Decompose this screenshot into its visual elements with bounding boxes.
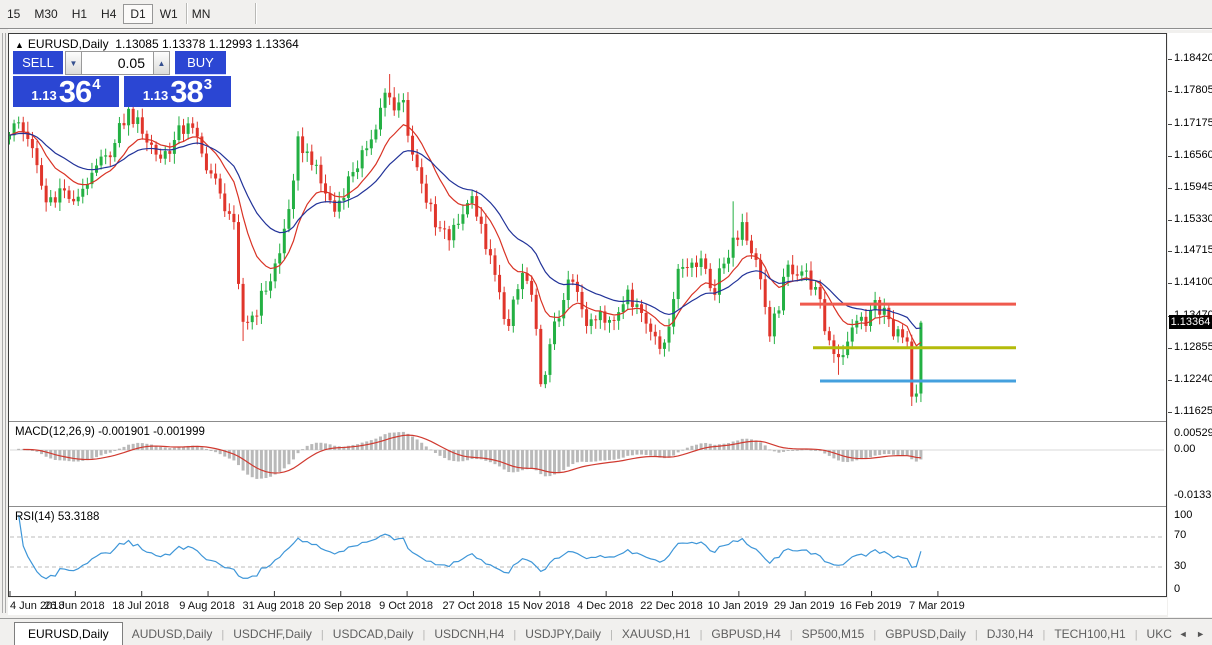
chart-tab-gbpusd-daily[interactable]: GBPUSD,Daily [876,623,975,645]
rsi-axis-label: 100 [1174,509,1193,521]
chart-tab-eurusd-daily[interactable]: EURUSD,Daily [14,622,123,645]
macd-axis-label: 0.00 [1174,443,1196,455]
tab-scroll-buttons: ◄ ► [1176,629,1208,639]
rsi-axis-label: 70 [1174,529,1187,541]
date-tick-label: 26 Jun 2018 [44,600,105,612]
rsi-axis-label: 0 [1174,583,1181,595]
price-tick-label: 1.18420 [1168,52,1212,64]
macd-axis-label: 0.005292 [1174,427,1212,439]
chart-tab-usdcnh-h4[interactable]: USDCNH,H4 [425,623,513,645]
date-tick-label: 22 Dec 2018 [640,600,703,612]
chart-tab-tech100-h1[interactable]: TECH100,H1 [1045,623,1134,645]
one-click-trade-panel: SELL ▼ ▲ BUY 1.13 36 4 1.13 38 3 [13,51,239,107]
price-tick-label: 1.11625 [1168,405,1212,417]
date-tick-label: 10 Jan 2019 [707,600,769,612]
sell-price-pips: 36 [58,74,92,109]
timeframe-toolbar: 15 M30 H1 H4 D1 W1 MN [0,0,1212,29]
chart-tab-sp500-m15[interactable]: SP500,M15 [793,623,874,645]
price-tick-label: 1.15330 [1168,212,1212,225]
chart-tab-ukc[interactable]: UKC [1138,623,1181,645]
price-tick-label: 1.17175 [1168,116,1212,129]
volume-decrease-button[interactable]: ▼ [65,51,82,75]
current-price-tag: 1.13364 [1169,314,1212,329]
chart-symbol-label: EURUSD,Daily [27,37,109,51]
chart-tab-dj30-h4[interactable]: DJ30,H4 [978,623,1043,645]
chart-tab-xauusd-h1[interactable]: XAUUSD,H1 [613,623,700,645]
date-tick-label: 9 Aug 2018 [179,600,235,612]
rsi-indicator-label: RSI(14) 53.3188 [15,511,100,523]
rsi-line [18,514,922,580]
chart-tab-audusd-daily[interactable]: AUDUSD,Daily [123,623,222,645]
date-tick-label: 9 Oct 2018 [379,600,434,612]
date-tick-label: 16 Feb 2019 [839,600,902,612]
pane-splitter[interactable] [9,506,1166,507]
date-tick-label: 29 Jan 2019 [773,600,835,612]
price-tick-label: 1.12240 [1168,373,1212,386]
collapse-panel-icon[interactable]: ▲ [15,40,24,50]
buy-price-display[interactable]: 1.13 38 3 [124,76,231,107]
price-tick-label: 1.12855 [1168,341,1212,354]
macd-indicator-label: MACD(12,26,9) -0.001901 -0.001999 [15,426,205,438]
buy-price-point: 3 [203,76,213,93]
date-tick-label: 20 Sep 2018 [308,600,371,612]
price-tick-label: 1.14100 [1168,276,1212,289]
toolbar-separator [186,3,187,24]
pane-splitter[interactable] [9,421,1166,422]
date-tick-label: 15 Nov 2018 [507,600,570,612]
chart-ohlc-values: 1.13085 1.13378 1.12993 1.13364 [115,37,299,51]
tab-scroll-left-icon[interactable]: ◄ [1176,629,1191,639]
chart-tab-bar: EURUSD,Daily AUDUSD,Daily | USDCHF,Daily | US… [0,618,1212,645]
date-tick-label: 7 Mar 2019 [909,600,965,612]
price-scale: 1.18420 1.17805 1.17175 1.16560 1.15945 1.153… [1168,33,1212,617]
timeframe-button-15[interactable]: 15 [0,4,27,24]
buy-button[interactable]: BUY [175,51,226,75]
trading-platform-window: 15 M30 H1 H4 D1 W1 MN ▲ EURUSD,Daily 1.13085 1.… [0,0,1212,645]
date-tick-label: 4 Dec 2018 [577,600,634,612]
macd-axis-label: -0.013317 [1174,489,1212,501]
timeframe-button-d1[interactable]: D1 [123,4,153,24]
volume-input[interactable] [82,51,153,75]
macd-pane [10,431,1164,479]
sell-button[interactable]: SELL [13,51,63,75]
sell-price-base: 1.13 [31,88,57,103]
chart-window: ▲ EURUSD,Daily 1.13085 1.13378 1.12993 1.… [8,33,1167,597]
chart-tab-usdjpy-daily[interactable]: USDJPY,Daily [516,623,610,645]
date-tick-label: 31 Aug 2018 [242,600,305,612]
chart-tab-usdchf-daily[interactable]: USDCHF,Daily [224,623,321,645]
window-edge-grip [0,29,8,617]
date-scale: 4 Jun 2018 26 Jun 2018 18 Jul 2018 9 Aug 20… [8,598,1167,615]
timeframe-button-mn[interactable]: MN [185,4,218,24]
sell-price-display[interactable]: 1.13 36 4 [13,76,119,107]
price-tick-label: 1.15945 [1168,180,1212,193]
volume-increase-button[interactable]: ▲ [153,51,170,75]
price-tick-label: 1.16560 [1168,148,1212,161]
chart-title: ▲ EURUSD,Daily 1.13085 1.13378 1.12993 1.… [15,37,299,51]
timeframe-button-h1[interactable]: H1 [65,4,94,24]
date-tick-label: 18 Jul 2018 [112,600,170,612]
candles-and-mas [9,74,923,406]
candlestick-chart-surface[interactable] [9,34,1166,596]
date-tick-label: 27 Oct 2018 [442,600,503,612]
buy-price-base: 1.13 [142,88,169,103]
chart-tab-usdcad-daily[interactable]: USDCAD,Daily [324,623,423,645]
timeframe-button-h4[interactable]: H4 [94,4,123,24]
buy-price-pips: 38 [170,74,203,109]
sell-price-point: 4 [92,76,101,93]
tab-scroll-right-icon[interactable]: ► [1193,629,1208,639]
price-tick-label: 1.17805 [1168,83,1212,96]
rsi-axis-label: 30 [1174,560,1187,572]
ma-fast-line [9,124,922,347]
timeframe-button-w1[interactable]: W1 [153,4,185,24]
toolbar-separator [255,3,256,24]
price-tick-label: 1.14715 [1168,244,1212,257]
timeframe-button-m30[interactable]: M30 [27,4,64,24]
chart-tab-gbpusd-h4[interactable]: GBPUSD,H4 [702,623,789,645]
rsi-pane [10,514,1164,580]
